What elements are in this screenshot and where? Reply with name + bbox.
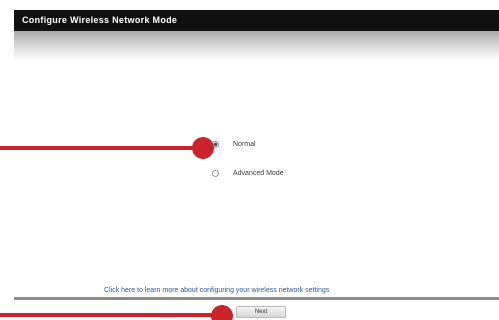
- callout-arrow-line-next: [0, 313, 226, 317]
- window-title: Configure Wireless Network Mode: [22, 15, 178, 25]
- header-gradient-band: [14, 31, 499, 61]
- radio-option-advanced-label: Advanced Mode: [233, 169, 284, 177]
- title-bar: Configure Wireless Network Mode: [14, 10, 499, 31]
- footer-divider: [14, 297, 499, 300]
- radio-option-normal-label: Normal: [233, 140, 256, 148]
- callout-arrow-line-options: [0, 146, 206, 150]
- radio-option-advanced[interactable]: Advanced Mode: [212, 167, 284, 179]
- help-link[interactable]: Click here to learn more about configuri…: [104, 287, 329, 294]
- callout-marker-next: [211, 305, 233, 320]
- next-button[interactable]: Next: [236, 306, 286, 318]
- radio-option-normal[interactable]: Normal: [212, 138, 256, 150]
- callout-marker-options: [192, 137, 214, 159]
- radio-button-unchecked[interactable]: [212, 169, 219, 177]
